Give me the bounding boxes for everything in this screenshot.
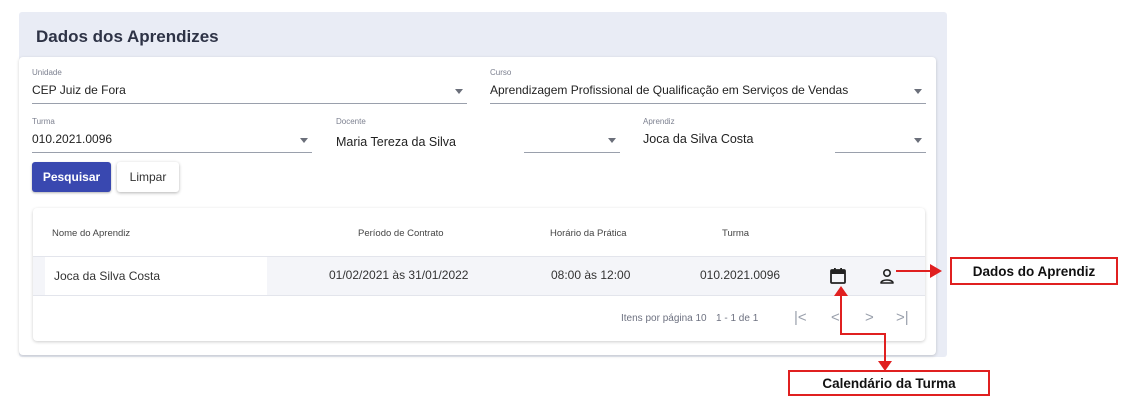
curso-label: Curso <box>490 68 512 77</box>
aprendiz-value: Joca da Silva Costa <box>643 132 754 146</box>
chevron-down-icon <box>914 89 922 94</box>
chevron-down-icon <box>914 138 922 143</box>
docente-value: Maria Tereza da Silva <box>336 135 456 149</box>
column-header-horario: Horário da Prática <box>550 228 627 239</box>
filter-card: Unidade CEP Juiz de Fora Curso Aprendiza… <box>19 57 936 355</box>
curso-value: Aprendizagem Profissional de Qualificaçã… <box>490 83 849 97</box>
chevron-down-icon <box>300 138 308 143</box>
apprentices-panel: Dados dos Aprendizes Unidade CEP Juiz de… <box>19 12 947 357</box>
curso-select[interactable]: Curso Aprendizagem Profissional de Quali… <box>490 68 926 104</box>
calendar-icon[interactable] <box>829 267 847 285</box>
annotation-line-horizontal <box>840 333 886 335</box>
docente-field[interactable]: Docente Maria Tereza da Silva <box>336 117 516 153</box>
unidade-value: CEP Juiz de Fora <box>32 83 126 97</box>
chevron-down-icon <box>455 89 463 94</box>
turma-underline <box>32 152 312 153</box>
previous-page-button[interactable]: < <box>831 309 840 326</box>
column-header-nome: Nome do Aprendiz <box>52 228 131 239</box>
pagination-range: 1 - 1 de 1 <box>716 313 759 324</box>
results-table: Nome do Aprendiz Período de Contrato Hor… <box>33 208 925 341</box>
annotation-dados-aprendiz: Dados do Aprendiz <box>950 257 1118 285</box>
turma-select[interactable]: Turma 010.2021.0096 <box>32 117 312 153</box>
aprendiz-field[interactable]: Aprendiz Joca da Silva Costa <box>643 117 833 153</box>
column-header-turma: Turma <box>722 228 750 239</box>
column-header-periodo: Período de Contrato <box>358 228 444 239</box>
contract-period: 01/02/2021 às 31/01/2022 <box>329 268 469 282</box>
annotation-arrow-line <box>896 270 932 272</box>
unidade-label: Unidade <box>32 68 62 77</box>
aprendiz-underline <box>835 152 926 153</box>
search-button[interactable]: Pesquisar <box>32 162 111 192</box>
turma-label: Turma <box>32 117 55 126</box>
items-per-page: Itens por página 10 <box>621 313 707 324</box>
annotation-line-vertical <box>840 295 842 335</box>
page-title: Dados dos Aprendizes <box>36 27 219 46</box>
annotation-calendario-turma: Calendário da Turma <box>788 370 990 396</box>
first-page-button[interactable]: |< <box>794 309 807 326</box>
table-row[interactable]: Joca da Silva Costa 01/02/2021 às 31/01/… <box>33 256 925 296</box>
class-code: 010.2021.0096 <box>700 268 781 282</box>
docente-underline <box>524 152 620 153</box>
docente-label: Docente <box>336 117 366 126</box>
name-cell: Joca da Silva Costa <box>45 257 267 295</box>
curso-underline <box>490 103 926 104</box>
aprendiz-label: Aprendiz <box>643 117 675 126</box>
arrow-right-icon <box>930 264 942 278</box>
docente-select[interactable] <box>524 117 620 153</box>
items-per-page-label: Itens por página <box>621 313 693 324</box>
annotation-line-down <box>884 333 886 363</box>
chevron-down-icon <box>608 138 616 143</box>
clear-button[interactable]: Limpar <box>117 162 179 192</box>
aprendiz-name: Joca da Silva Costa <box>54 269 161 283</box>
person-icon[interactable] <box>879 268 895 285</box>
unidade-underline <box>32 103 467 104</box>
unidade-select[interactable]: Unidade CEP Juiz de Fora <box>32 68 467 104</box>
aprendiz-select[interactable] <box>835 117 926 153</box>
items-per-page-value[interactable]: 10 <box>696 313 707 324</box>
next-page-button[interactable]: > <box>865 309 874 326</box>
last-page-button[interactable]: >| <box>896 309 909 326</box>
page: Dados dos Aprendizes Unidade CEP Juiz de… <box>0 0 1121 396</box>
practice-time: 08:00 às 12:00 <box>551 268 631 282</box>
turma-value: 010.2021.0096 <box>32 132 113 146</box>
